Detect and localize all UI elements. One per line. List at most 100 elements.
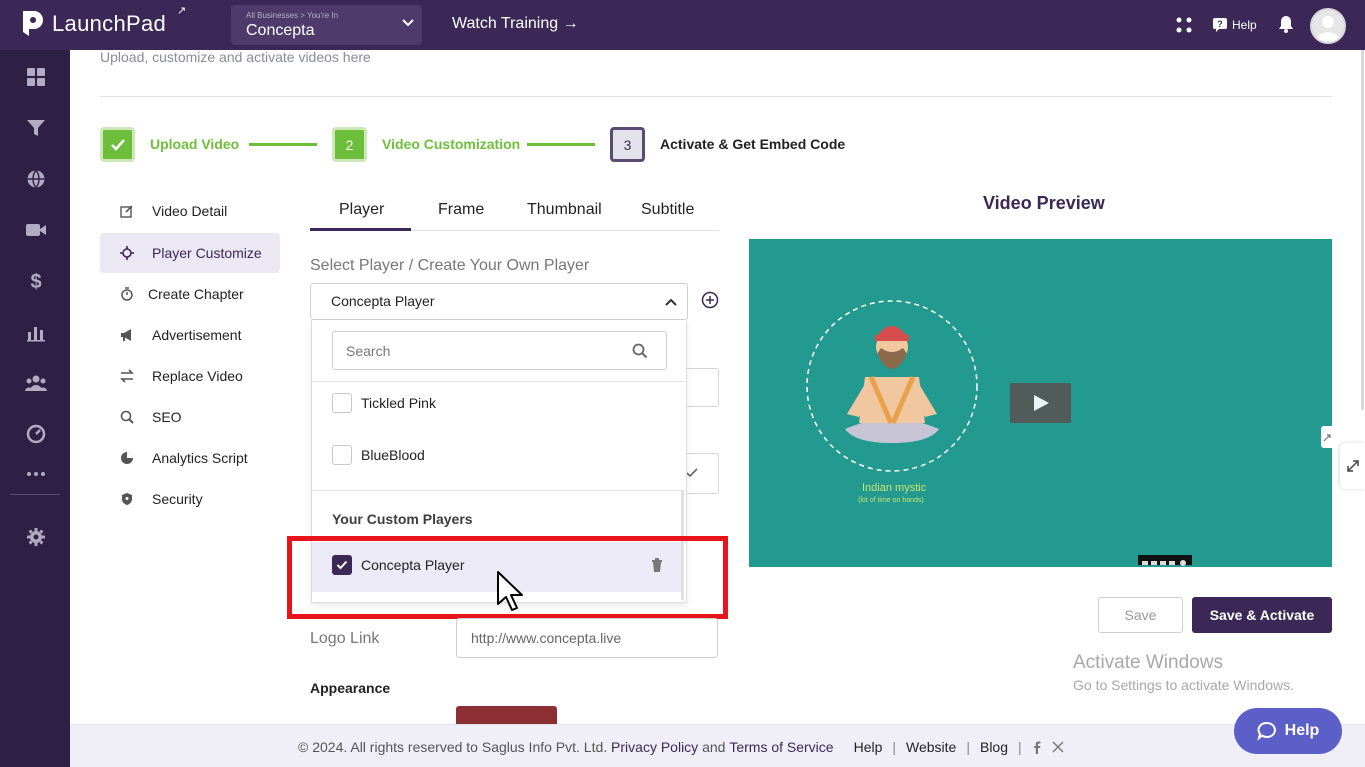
apps-grid-icon[interactable] (1175, 16, 1193, 34)
play-button[interactable] (1010, 383, 1071, 423)
check-icon (110, 138, 125, 151)
header-divider (100, 96, 1332, 97)
dropdown-search-box[interactable] (332, 331, 667, 370)
logo-link-field[interactable] (456, 618, 718, 658)
player-select-dropdown[interactable]: Concepta Player (310, 283, 688, 320)
tab-player[interactable]: Player (339, 201, 384, 219)
customize-tabs: Player Frame Thumbnail Subtitle (310, 190, 719, 231)
side-item-label: SEO (152, 409, 182, 425)
pie-chart-icon (120, 451, 134, 465)
help-chat-button[interactable]: Help (1234, 708, 1342, 754)
footer-separator: | (1018, 739, 1022, 755)
option-checkbox[interactable] (332, 393, 352, 413)
gear-icon[interactable] (25, 526, 47, 548)
play-icon (1034, 395, 1049, 411)
preview-expand-handle[interactable] (1321, 426, 1333, 448)
analytics-bars-icon[interactable] (25, 321, 47, 343)
users-group-icon[interactable] (25, 372, 47, 394)
side-item-player-customize[interactable]: Player Customize (100, 233, 280, 273)
business-selector[interactable]: All Businesses > You're In Concepta (231, 5, 422, 45)
more-dots-icon[interactable] (25, 463, 47, 485)
launchpad-logo[interactable]: LaunchPad (20, 9, 166, 39)
video-preview-title: Video Preview (983, 193, 1105, 213)
footer-website-link[interactable]: Website (906, 739, 956, 755)
option-label: BlueBlood (361, 447, 425, 463)
page-footer: © 2024. All rights reserved to Saglus In… (70, 724, 1365, 767)
svg-text:?: ? (1217, 19, 1223, 29)
side-item-analytics-script[interactable]: Analytics Script (100, 438, 280, 478)
select-player-label: Select Player / Create Your Own Player (310, 257, 590, 274)
side-item-replace-video[interactable]: Replace Video (100, 356, 280, 396)
player-option-blueblood[interactable]: BlueBlood (332, 445, 425, 465)
side-item-label: Player Customize (152, 245, 262, 261)
video-preview-player[interactable]: Indian mystic (lot of time on hands) (749, 239, 1332, 567)
notification-bell-icon[interactable] (1277, 14, 1295, 34)
footer-separator: | (966, 739, 970, 755)
terms-of-service-link[interactable]: Terms of Service (729, 739, 833, 755)
player-option-tickled-pink[interactable]: Tickled Pink (332, 393, 436, 413)
option-checkbox[interactable] (332, 445, 352, 465)
side-item-label: Create Chapter (148, 286, 244, 302)
player-controls-bar[interactable] (1138, 555, 1192, 566)
windows-activation-subtitle: Go to Settings to activate Windows. (1073, 677, 1294, 693)
footer-help-link[interactable]: Help (854, 739, 883, 755)
side-item-seo[interactable]: SEO (100, 397, 280, 437)
chat-bubble-icon (1256, 722, 1276, 741)
footer-blog-link[interactable]: Blog (980, 739, 1008, 755)
side-item-label: Advertisement (152, 327, 242, 343)
step-2-number: 2 (332, 127, 367, 162)
shield-icon (120, 492, 134, 506)
side-item-advertisement[interactable]: Advertisement (100, 315, 280, 355)
tab-subtitle[interactable]: Subtitle (641, 201, 694, 219)
seo-search-icon (120, 410, 134, 424)
rocket-icon: ↗ (177, 5, 187, 17)
globe-icon[interactable] (25, 168, 47, 190)
save-and-activate-button[interactable]: Save & Activate (1192, 597, 1332, 633)
logo-text: LaunchPad (52, 11, 167, 36)
side-item-label: Security (152, 491, 203, 507)
chevron-down-icon (402, 19, 414, 27)
mouse-cursor-icon (497, 571, 523, 611)
step-2-label[interactable]: Video Customization (382, 136, 520, 152)
dashboard-icon[interactable] (25, 66, 47, 88)
side-drawer-tab[interactable] (1340, 443, 1365, 489)
timer-icon (120, 287, 134, 301)
logo-link-input[interactable] (457, 619, 717, 657)
facebook-icon[interactable] (1032, 741, 1042, 754)
footer-copyright: © 2024. All rights reserved to Saglus In… (298, 739, 608, 755)
help-fab-label: Help (1284, 722, 1320, 739)
help-chat-icon: ? (1213, 18, 1227, 32)
app-sidebar: $ (0, 50, 70, 767)
settings-sparkle-icon (120, 246, 134, 260)
page-scrollbar[interactable] (1361, 50, 1364, 410)
gauge-icon[interactable] (25, 423, 47, 445)
funnel-icon[interactable] (25, 117, 47, 139)
chevron-up-icon (665, 298, 677, 306)
tab-thumbnail[interactable]: Thumbnail (527, 201, 602, 219)
user-avatar[interactable] (1310, 8, 1346, 44)
sidebar-divider (10, 494, 60, 495)
step-3-label[interactable]: Activate & Get Embed Code (660, 136, 845, 152)
help-menu[interactable]: ? Help (1212, 17, 1257, 33)
footer-separator: | (892, 739, 897, 755)
side-item-video-detail[interactable]: Video Detail (100, 191, 280, 231)
diagonal-arrows-icon (1347, 460, 1359, 472)
video-camera-icon[interactable] (25, 219, 47, 241)
save-button[interactable]: Save (1098, 597, 1183, 633)
dropdown-divider (312, 490, 686, 491)
watch-training-link[interactable]: Watch Training → (452, 15, 579, 33)
dropdown-search-input[interactable] (333, 332, 633, 369)
step-1-label[interactable]: Upload Video (150, 136, 239, 152)
side-item-security[interactable]: Security (100, 479, 280, 519)
privacy-policy-link[interactable]: Privacy Policy (611, 739, 698, 755)
swap-icon (120, 369, 134, 383)
x-twitter-icon[interactable] (1052, 741, 1064, 753)
preview-caption-subtitle: (lot of time on hands) (858, 497, 924, 504)
step-connector-2 (527, 143, 595, 146)
side-item-create-chapter[interactable]: Create Chapter (100, 274, 280, 314)
step-connector-1 (249, 143, 317, 146)
dollar-icon[interactable]: $ (25, 270, 47, 292)
add-player-circle-icon[interactable] (701, 291, 719, 309)
tab-frame[interactable]: Frame (438, 201, 484, 219)
active-tab-indicator (310, 228, 411, 231)
